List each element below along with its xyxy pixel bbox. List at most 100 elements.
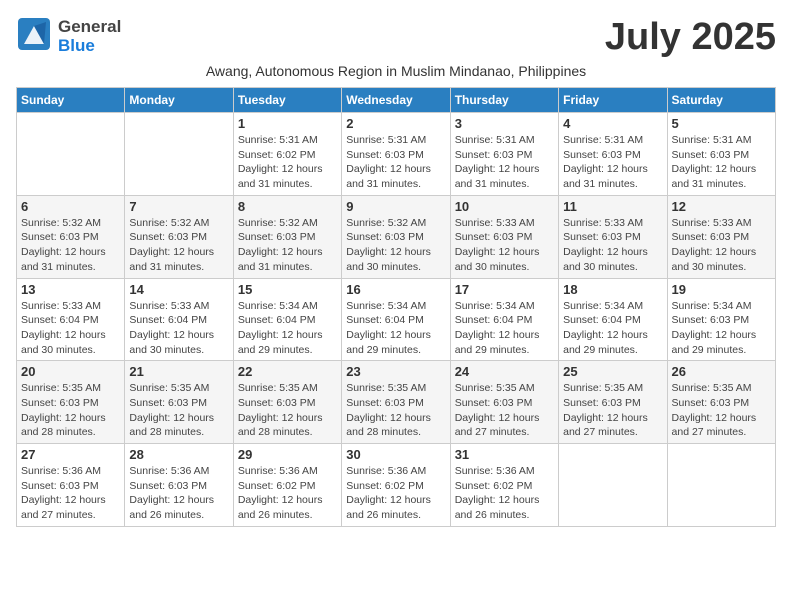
- calendar-cell: 12 Sunrise: 5:33 AMSunset: 6:03 PMDayligh…: [667, 195, 775, 278]
- calendar-cell: 22 Sunrise: 5:35 AMSunset: 6:03 PMDayligh…: [233, 361, 341, 444]
- calendar-cell: 30 Sunrise: 5:36 AMSunset: 6:02 PMDayligh…: [342, 444, 450, 527]
- day-info: Sunrise: 5:36 AMSunset: 6:03 PMDaylight:…: [129, 464, 228, 523]
- day-info: Sunrise: 5:32 AMSunset: 6:03 PMDaylight:…: [129, 216, 228, 275]
- calendar-cell: 10 Sunrise: 5:33 AMSunset: 6:03 PMDayligh…: [450, 195, 558, 278]
- day-info: Sunrise: 5:35 AMSunset: 6:03 PMDaylight:…: [238, 381, 337, 440]
- day-number: 17: [455, 282, 554, 297]
- header-cell-saturday: Saturday: [667, 88, 775, 113]
- calendar-week-3: 13 Sunrise: 5:33 AMSunset: 6:04 PMDayligh…: [17, 278, 776, 361]
- header-cell-monday: Monday: [125, 88, 233, 113]
- day-number: 30: [346, 447, 445, 462]
- calendar-table: SundayMondayTuesdayWednesdayThursdayFrid…: [16, 87, 776, 527]
- logo-blue: Blue: [58, 37, 121, 56]
- day-info: Sunrise: 5:32 AMSunset: 6:03 PMDaylight:…: [346, 216, 445, 275]
- header-cell-tuesday: Tuesday: [233, 88, 341, 113]
- day-info: Sunrise: 5:33 AMSunset: 6:03 PMDaylight:…: [672, 216, 771, 275]
- calendar-week-2: 6 Sunrise: 5:32 AMSunset: 6:03 PMDaylight…: [17, 195, 776, 278]
- day-number: 3: [455, 116, 554, 131]
- calendar-cell: 3Sunrise: 5:31 AMSunset: 6:03 PMDaylight…: [450, 113, 558, 196]
- day-info: Sunrise: 5:36 AMSunset: 6:02 PMDaylight:…: [455, 464, 554, 523]
- day-number: 26: [672, 364, 771, 379]
- day-info: Sunrise: 5:33 AMSunset: 6:03 PMDaylight:…: [455, 216, 554, 275]
- calendar-cell: 6 Sunrise: 5:32 AMSunset: 6:03 PMDaylight…: [17, 195, 125, 278]
- day-info: Sunrise: 5:35 AMSunset: 6:03 PMDaylight:…: [563, 381, 662, 440]
- day-info: Sunrise: 5:36 AMSunset: 6:03 PMDaylight:…: [21, 464, 120, 523]
- day-number: 29: [238, 447, 337, 462]
- day-info: Sunrise: 5:35 AMSunset: 6:03 PMDaylight:…: [129, 381, 228, 440]
- calendar-week-4: 20 Sunrise: 5:35 AMSunset: 6:03 PMDayligh…: [17, 361, 776, 444]
- day-info: Sunrise: 5:35 AMSunset: 6:03 PMDaylight:…: [455, 381, 554, 440]
- day-number: 15: [238, 282, 337, 297]
- day-number: 18: [563, 282, 662, 297]
- logo-general: General: [58, 18, 121, 37]
- page-header: General Blue July 2025: [16, 16, 776, 59]
- day-info: Sunrise: 5:35 AMSunset: 6:03 PMDaylight:…: [672, 381, 771, 440]
- day-number: 20: [21, 364, 120, 379]
- day-number: 16: [346, 282, 445, 297]
- calendar-cell: 18 Sunrise: 5:34 AMSunset: 6:04 PMDayligh…: [559, 278, 667, 361]
- calendar-cell: 11 Sunrise: 5:33 AMSunset: 6:03 PMDayligh…: [559, 195, 667, 278]
- day-info: Sunrise: 5:31 AMSunset: 6:03 PMDaylight:…: [672, 133, 771, 192]
- logo-icon: [16, 16, 52, 52]
- day-number: 7: [129, 199, 228, 214]
- calendar-cell: [17, 113, 125, 196]
- day-number: 21: [129, 364, 228, 379]
- day-number: 6: [21, 199, 120, 214]
- month-title: July 2025: [605, 16, 776, 59]
- day-info: Sunrise: 5:34 AMSunset: 6:03 PMDaylight:…: [672, 299, 771, 358]
- day-info: Sunrise: 5:33 AMSunset: 6:04 PMDaylight:…: [21, 299, 120, 358]
- header-cell-thursday: Thursday: [450, 88, 558, 113]
- day-info: Sunrise: 5:31 AMSunset: 6:02 PMDaylight:…: [238, 133, 337, 192]
- calendar-cell: 20Sunrise: 5:35 AMSunset: 6:03 PMDayligh…: [17, 361, 125, 444]
- calendar-cell: 16 Sunrise: 5:34 AMSunset: 6:04 PMDayligh…: [342, 278, 450, 361]
- calendar-cell: 28Sunrise: 5:36 AMSunset: 6:03 PMDayligh…: [125, 444, 233, 527]
- calendar-cell: 8Sunrise: 5:32 AMSunset: 6:03 PMDaylight…: [233, 195, 341, 278]
- day-number: 23: [346, 364, 445, 379]
- day-info: Sunrise: 5:34 AMSunset: 6:04 PMDaylight:…: [563, 299, 662, 358]
- logo-text: General Blue: [58, 18, 121, 55]
- day-number: 13: [21, 282, 120, 297]
- day-number: 12: [672, 199, 771, 214]
- day-info: Sunrise: 5:31 AMSunset: 6:03 PMDaylight:…: [563, 133, 662, 192]
- day-info: Sunrise: 5:33 AMSunset: 6:03 PMDaylight:…: [563, 216, 662, 275]
- day-number: 31: [455, 447, 554, 462]
- day-number: 1: [238, 116, 337, 131]
- calendar-header: SundayMondayTuesdayWednesdayThursdayFrid…: [17, 88, 776, 113]
- calendar-cell: 15Sunrise: 5:34 AMSunset: 6:04 PMDayligh…: [233, 278, 341, 361]
- day-info: Sunrise: 5:34 AMSunset: 6:04 PMDaylight:…: [346, 299, 445, 358]
- day-info: Sunrise: 5:35 AMSunset: 6:03 PMDaylight:…: [346, 381, 445, 440]
- calendar-cell: 17Sunrise: 5:34 AMSunset: 6:04 PMDayligh…: [450, 278, 558, 361]
- day-info: Sunrise: 5:33 AMSunset: 6:04 PMDaylight:…: [129, 299, 228, 358]
- calendar-body: 1 Sunrise: 5:31 AMSunset: 6:02 PMDaylight…: [17, 113, 776, 527]
- day-number: 2: [346, 116, 445, 131]
- calendar-subtitle: Awang, Autonomous Region in Muslim Minda…: [16, 63, 776, 79]
- calendar-cell: 21 Sunrise: 5:35 AMSunset: 6:03 PMDayligh…: [125, 361, 233, 444]
- calendar-cell: 1 Sunrise: 5:31 AMSunset: 6:02 PMDaylight…: [233, 113, 341, 196]
- day-info: Sunrise: 5:36 AMSunset: 6:02 PMDaylight:…: [346, 464, 445, 523]
- calendar-cell: 7 Sunrise: 5:32 AMSunset: 6:03 PMDaylight…: [125, 195, 233, 278]
- day-number: 9: [346, 199, 445, 214]
- day-number: 10: [455, 199, 554, 214]
- day-number: 14: [129, 282, 228, 297]
- calendar-cell: 31 Sunrise: 5:36 AMSunset: 6:02 PMDayligh…: [450, 444, 558, 527]
- calendar-cell: 25Sunrise: 5:35 AMSunset: 6:03 PMDayligh…: [559, 361, 667, 444]
- day-number: 22: [238, 364, 337, 379]
- calendar-cell: 27Sunrise: 5:36 AMSunset: 6:03 PMDayligh…: [17, 444, 125, 527]
- calendar-cell: 9 Sunrise: 5:32 AMSunset: 6:03 PMDaylight…: [342, 195, 450, 278]
- logo: General Blue: [16, 16, 121, 57]
- calendar-cell: [667, 444, 775, 527]
- calendar-cell: 23 Sunrise: 5:35 AMSunset: 6:03 PMDayligh…: [342, 361, 450, 444]
- day-info: Sunrise: 5:32 AMSunset: 6:03 PMDaylight:…: [238, 216, 337, 275]
- header-cell-sunday: Sunday: [17, 88, 125, 113]
- calendar-cell: 29Sunrise: 5:36 AMSunset: 6:02 PMDayligh…: [233, 444, 341, 527]
- day-number: 19: [672, 282, 771, 297]
- day-number: 11: [563, 199, 662, 214]
- calendar-week-5: 27Sunrise: 5:36 AMSunset: 6:03 PMDayligh…: [17, 444, 776, 527]
- calendar-cell: [125, 113, 233, 196]
- calendar-cell: 24Sunrise: 5:35 AMSunset: 6:03 PMDayligh…: [450, 361, 558, 444]
- day-info: Sunrise: 5:32 AMSunset: 6:03 PMDaylight:…: [21, 216, 120, 275]
- day-number: 4: [563, 116, 662, 131]
- day-info: Sunrise: 5:31 AMSunset: 6:03 PMDaylight:…: [346, 133, 445, 192]
- calendar-cell: 14 Sunrise: 5:33 AMSunset: 6:04 PMDayligh…: [125, 278, 233, 361]
- calendar-cell: 13 Sunrise: 5:33 AMSunset: 6:04 PMDayligh…: [17, 278, 125, 361]
